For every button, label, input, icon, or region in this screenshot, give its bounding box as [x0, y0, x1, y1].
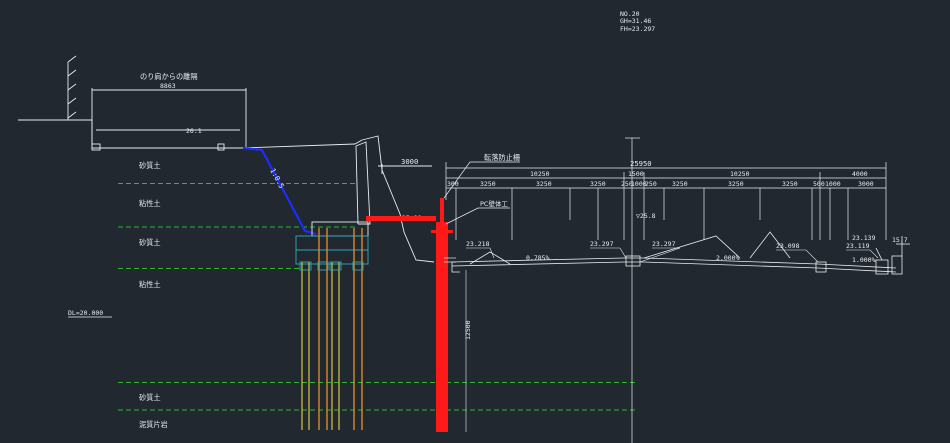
dim-row-9: 3250: [782, 180, 798, 188]
dim-row-0: 300: [447, 180, 459, 188]
guardrail-label: 転落防止柵: [484, 153, 520, 162]
section-fh: FH=23.297: [620, 25, 655, 33]
slope-pct-1: 0.785%: [526, 254, 550, 262]
slope-offset-value: 8863: [160, 82, 176, 90]
elevation-3: 23.297: [652, 240, 676, 248]
pile-length: 12500: [464, 320, 472, 340]
left-ground: [18, 55, 363, 151]
cross-section-drawing: 砂質土 粘性土 砂質土 粘性土 砂質土 泥質片岩 DL=20.000 のり肩から…: [18, 10, 910, 443]
soil-label-1: 砂質土: [139, 161, 161, 170]
elevation-258: ▽25.8: [636, 212, 656, 220]
foundation-piles: [299, 228, 364, 430]
soil-label-4: 粘性土: [139, 280, 161, 289]
soil-labels: 砂質土 粘性土 砂質土 粘性土 砂質土 泥質片岩: [139, 161, 168, 429]
dim-total: 25950: [630, 159, 652, 168]
datum-line: DL=20.000: [68, 309, 112, 318]
dim-row-12: 3000: [858, 180, 874, 188]
elevation-5: 23.139: [852, 234, 876, 242]
section-header: NO.20 GH=31.46 FH=23.297: [620, 10, 655, 33]
dim-end: 4000: [852, 170, 868, 178]
pc-wall-label: PC壁体工: [480, 199, 508, 208]
dim-row: 300 3250 3250 3250 250 1000 250 3250 325…: [447, 180, 874, 188]
dim-row-2: 3250: [536, 180, 552, 188]
road-surface: [451, 231, 910, 275]
section-gh: GH=31.46: [620, 17, 651, 25]
slope-ratio: 1:0.5: [268, 167, 286, 190]
dim-row-1: 3250: [480, 180, 496, 188]
dim-row-8: 3250: [728, 180, 744, 188]
dim-left-span: 10250: [530, 170, 550, 178]
soil-label-5: 砂質土: [139, 393, 161, 402]
callouts: [443, 161, 520, 225]
pc-wall: [366, 198, 456, 432]
soil-label-6: 泥質片岩: [139, 420, 168, 429]
elevation-2: 23.297: [590, 240, 614, 248]
cut-slope: 1:0.5: [242, 146, 317, 236]
elevation-labels: 23.218 23.297 23.297 23.098 23.139 23.11…: [466, 234, 908, 250]
datum-label: DL=20.000: [68, 309, 103, 317]
slope-pct-3: 1.000%: [852, 256, 876, 264]
soil-label-2: 粘性土: [139, 199, 161, 208]
dim-right-span: 10250: [730, 170, 750, 178]
dim-row-7: 3250: [672, 180, 688, 188]
slope-pct-2: 2.000%: [716, 254, 740, 262]
elevation-6: 23.119: [846, 242, 870, 250]
elevation-7: 15.7: [892, 236, 908, 244]
dim-row-11: 1000: [825, 180, 841, 188]
dim-row-6: 250: [645, 180, 657, 188]
dim-row-3: 3250: [590, 180, 606, 188]
elevation-4: 23.098: [776, 242, 800, 250]
soil-label-3: 砂質土: [139, 238, 161, 247]
retaining-wall: [295, 141, 371, 265]
middle-ground: [361, 135, 435, 263]
slope-offset-title: のり肩からの離隔: [140, 72, 198, 81]
top-dimensions: [445, 162, 887, 240]
dim-mid: 1500: [628, 170, 644, 178]
elevation-1: 23.218: [466, 240, 490, 248]
slope-offset-value-2: 26.1: [186, 127, 202, 135]
dimension-3000: 3000: [401, 157, 418, 166]
dim-row-10: 500: [813, 180, 825, 188]
